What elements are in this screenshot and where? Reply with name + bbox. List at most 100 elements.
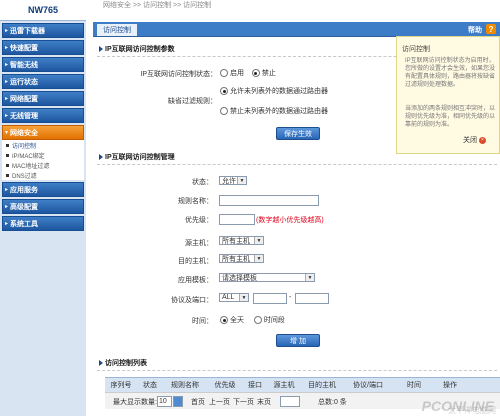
column-header: 目的主机 bbox=[308, 382, 336, 389]
section-title-text: IP互联网访问控制管理 bbox=[105, 154, 175, 161]
sidebar-item-label: 无线管理 bbox=[10, 112, 39, 120]
prev-page-link[interactable]: 上一页 bbox=[209, 397, 230, 407]
chevron-right-icon: ▸ bbox=[5, 221, 9, 227]
sidebar-item-label: 系统工具 bbox=[10, 220, 39, 228]
priority-input[interactable] bbox=[219, 214, 255, 225]
sidebar-item-app-services[interactable]: ▸ 应用服务 bbox=[2, 182, 84, 197]
page-select[interactable] bbox=[280, 396, 300, 407]
port-separator: - bbox=[289, 294, 292, 301]
chevron-right-icon: ▸ bbox=[5, 79, 9, 85]
state-select[interactable]: 允许 ▼ bbox=[219, 176, 247, 185]
radio-label: 允许未列表外的数据通过路由器 bbox=[230, 88, 328, 95]
popup-close-button[interactable]: 关闭 × bbox=[463, 135, 486, 145]
port-end-input[interactable] bbox=[295, 293, 329, 304]
submenu-ip-mac-binding[interactable]: IP/MAC绑定 bbox=[2, 150, 84, 160]
save-button[interactable]: 保存生效 bbox=[276, 127, 320, 140]
rule-deny-radio[interactable] bbox=[220, 107, 228, 116]
chevron-down-icon: ▼ bbox=[239, 294, 248, 301]
help-icon[interactable]: ? bbox=[486, 24, 496, 34]
sidebar-item-status[interactable]: ▸ 运行状态 bbox=[2, 74, 84, 89]
sidebar-item-label: 智能无线 bbox=[10, 61, 39, 69]
popup-title: 访问控制 bbox=[402, 46, 430, 53]
chevron-down-icon: ▼ bbox=[305, 274, 314, 281]
select-value: 所有主机 bbox=[222, 237, 250, 245]
divider bbox=[97, 164, 497, 165]
last-page-link[interactable]: 末页 bbox=[257, 397, 271, 407]
sidebar-item-label: 应用服务 bbox=[10, 186, 39, 194]
help-popup: 访问控制 IP互联网访问控制状态为启用时，您所做的设置才会生效，如果您没有配置具… bbox=[396, 36, 500, 154]
rule-allow-radio[interactable] bbox=[220, 87, 228, 96]
submenu-label: DNS过滤 bbox=[12, 173, 37, 180]
sidebar-item-label: 快速配置 bbox=[10, 44, 39, 52]
radio-label: 全天 bbox=[230, 317, 244, 324]
first-page-link[interactable]: 首页 bbox=[191, 397, 205, 407]
sidebar-item-smart-wireless[interactable]: ▸ 智能无线 bbox=[2, 57, 84, 72]
sidebar-item-security[interactable]: ▾ 网络安全 bbox=[2, 125, 84, 140]
sidebar-item-label: 网络安全 bbox=[10, 129, 39, 137]
src-host-select[interactable]: 所有主机 ▼ bbox=[219, 236, 264, 245]
select-value: ALL bbox=[222, 294, 235, 301]
column-header: 优先级 bbox=[214, 382, 236, 389]
sidebar-item-quick-setup[interactable]: ▸ 快速配置 bbox=[2, 40, 84, 55]
status-enable-radio[interactable] bbox=[220, 69, 228, 78]
section-title-text: 访问控制列表 bbox=[105, 360, 147, 367]
chevron-right-icon: ▸ bbox=[5, 45, 9, 51]
time-all-radio[interactable] bbox=[220, 316, 228, 325]
sidebar-item-thunder[interactable]: ▸ 迅雷下载器 bbox=[2, 23, 84, 38]
sidebar-item-network[interactable]: ▸ 网络配置 bbox=[2, 91, 84, 106]
radio-label: 禁止 bbox=[261, 70, 276, 77]
time-period-radio[interactable] bbox=[253, 316, 262, 325]
tab-bar: 访问控制 帮助 ? bbox=[93, 22, 500, 37]
watermark-subtext: 太平洋电脑网 bbox=[448, 406, 496, 415]
submenu-label: IP/MAC绑定 bbox=[12, 153, 45, 160]
rule-deny-option: 禁止未列表外的数据通过路由器 bbox=[220, 106, 328, 116]
default-rule-label: 缺省过滤规则： bbox=[168, 98, 217, 105]
max-display-label: 最大显示数量: bbox=[113, 399, 157, 406]
column-header: 状态 bbox=[143, 382, 157, 389]
status-disable-radio[interactable] bbox=[251, 69, 260, 78]
submenu-mac-filter[interactable]: MAC地址过滤 bbox=[2, 160, 84, 170]
bullet-icon bbox=[6, 153, 9, 157]
sidebar-item-system-tools[interactable]: ▸ 系统工具 bbox=[2, 216, 84, 231]
total-count: 总数:0 条 bbox=[318, 399, 347, 406]
max-display-input[interactable]: 10 bbox=[157, 396, 172, 407]
section-list-title: 访问控制列表 bbox=[99, 358, 147, 368]
tab-access-control[interactable]: 访问控制 bbox=[97, 24, 137, 36]
priority-label: 优先级： bbox=[185, 217, 213, 224]
select-value: 允许 bbox=[222, 177, 236, 185]
help-link[interactable]: 帮助 bbox=[468, 25, 482, 35]
rule-name-input[interactable] bbox=[219, 195, 319, 206]
submenu-dns-filter[interactable]: DNS过滤 bbox=[2, 170, 84, 180]
sidebar-item-advanced[interactable]: ▸ 高级配置 bbox=[2, 199, 84, 214]
dst-host-label: 目的主机： bbox=[178, 258, 213, 265]
next-page-link[interactable]: 下一页 bbox=[233, 397, 254, 407]
popup-text-1: IP互联网访问控制状态为启用时，您所做的设置才会生效，如果您没有配置具体规则，路… bbox=[405, 58, 496, 88]
dst-host-select[interactable]: 所有主机 ▼ bbox=[219, 254, 264, 263]
brand-logo: NW765 bbox=[0, 0, 86, 21]
priority-hint: (数字越小优先级越高) bbox=[256, 217, 324, 224]
sidebar-item-label: 运行状态 bbox=[10, 78, 39, 86]
apply-icon[interactable] bbox=[173, 396, 183, 407]
bullet-icon bbox=[6, 173, 9, 177]
chevron-right-icon: ▸ bbox=[5, 187, 9, 193]
sidebar-item-wireless[interactable]: ▸ 无线管理 bbox=[2, 108, 84, 123]
close-label: 关闭 bbox=[463, 137, 477, 144]
breadcrumb: 网络安全 >> 访问控制 >> 访问控制 bbox=[103, 2, 212, 9]
chevron-down-icon: ▼ bbox=[237, 177, 246, 184]
rule-name-label: 规则名称： bbox=[178, 198, 213, 205]
port-start-input[interactable] bbox=[253, 293, 287, 304]
app-template-select[interactable]: 请选择模板 ▼ bbox=[219, 273, 315, 282]
protocol-select[interactable]: ALL ▼ bbox=[219, 293, 249, 302]
submenu-access-control[interactable]: 访问控制 bbox=[2, 140, 84, 150]
section-manage-title: IP互联网访问控制管理 bbox=[99, 152, 175, 162]
bullet-icon bbox=[6, 143, 9, 147]
section-bullet-icon bbox=[99, 360, 103, 366]
time-radio-group: 全天 时间段 bbox=[220, 315, 285, 325]
select-value: 所有主机 bbox=[222, 255, 250, 263]
add-button[interactable]: 增 加 bbox=[276, 334, 320, 347]
rule-allow-option: 允许未列表外的数据通过路由器 bbox=[220, 86, 328, 96]
submenu-label: MAC地址过滤 bbox=[12, 163, 50, 170]
radio-label: 禁止未列表外的数据通过路由器 bbox=[230, 108, 328, 115]
chevron-right-icon: ▸ bbox=[5, 28, 9, 34]
chevron-down-icon: ▼ bbox=[254, 255, 263, 262]
